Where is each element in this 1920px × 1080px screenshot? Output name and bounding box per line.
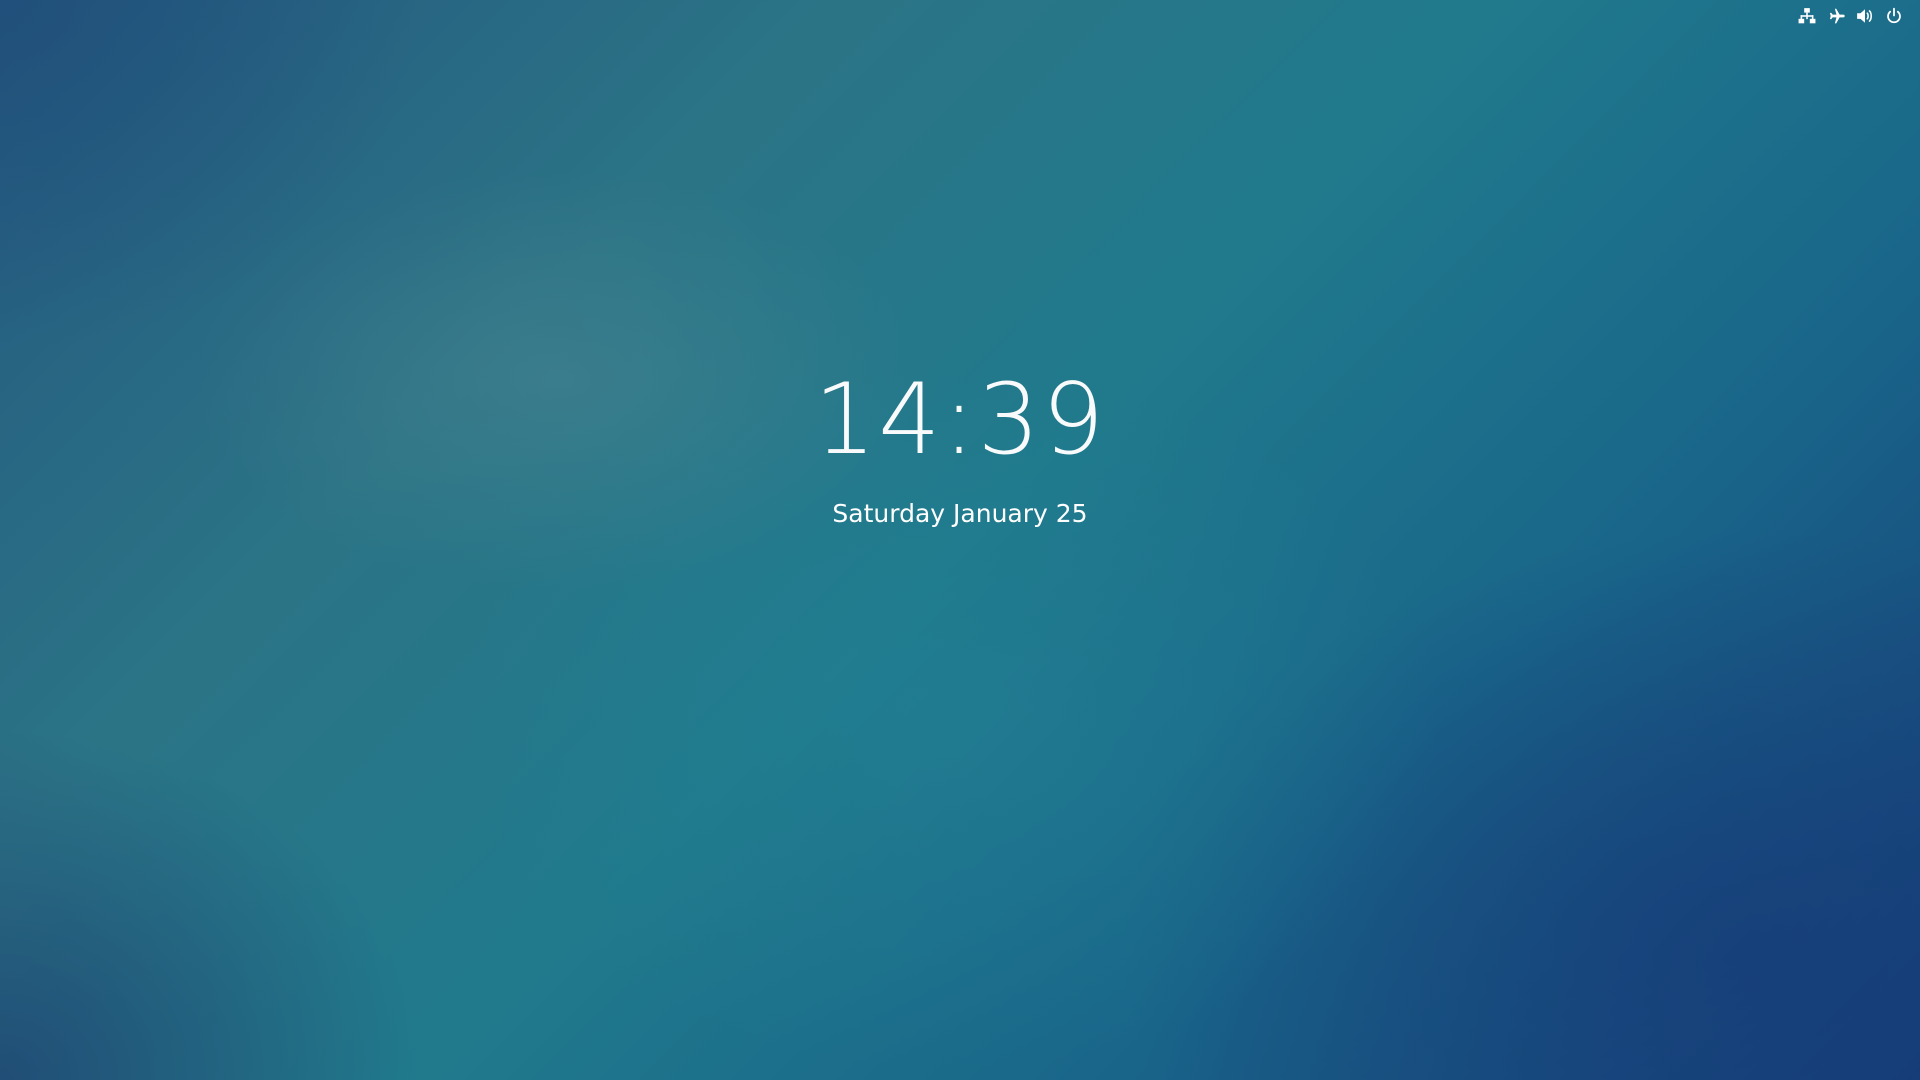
volume-icon[interactable] (1855, 6, 1875, 26)
top-bar-system-tray (1797, 0, 1920, 32)
airplane-mode-icon[interactable] (1826, 6, 1846, 26)
lock-screen-clock: 14:39 Saturday January 25 (0, 355, 1920, 531)
power-icon[interactable] (1884, 6, 1904, 26)
clock-time: 14:39 (813, 363, 1107, 477)
network-wired-icon[interactable] (1797, 6, 1817, 26)
lock-screen[interactable]: 14:39 Saturday January 25 (0, 0, 1920, 1080)
clock-date: Saturday January 25 (832, 499, 1088, 528)
